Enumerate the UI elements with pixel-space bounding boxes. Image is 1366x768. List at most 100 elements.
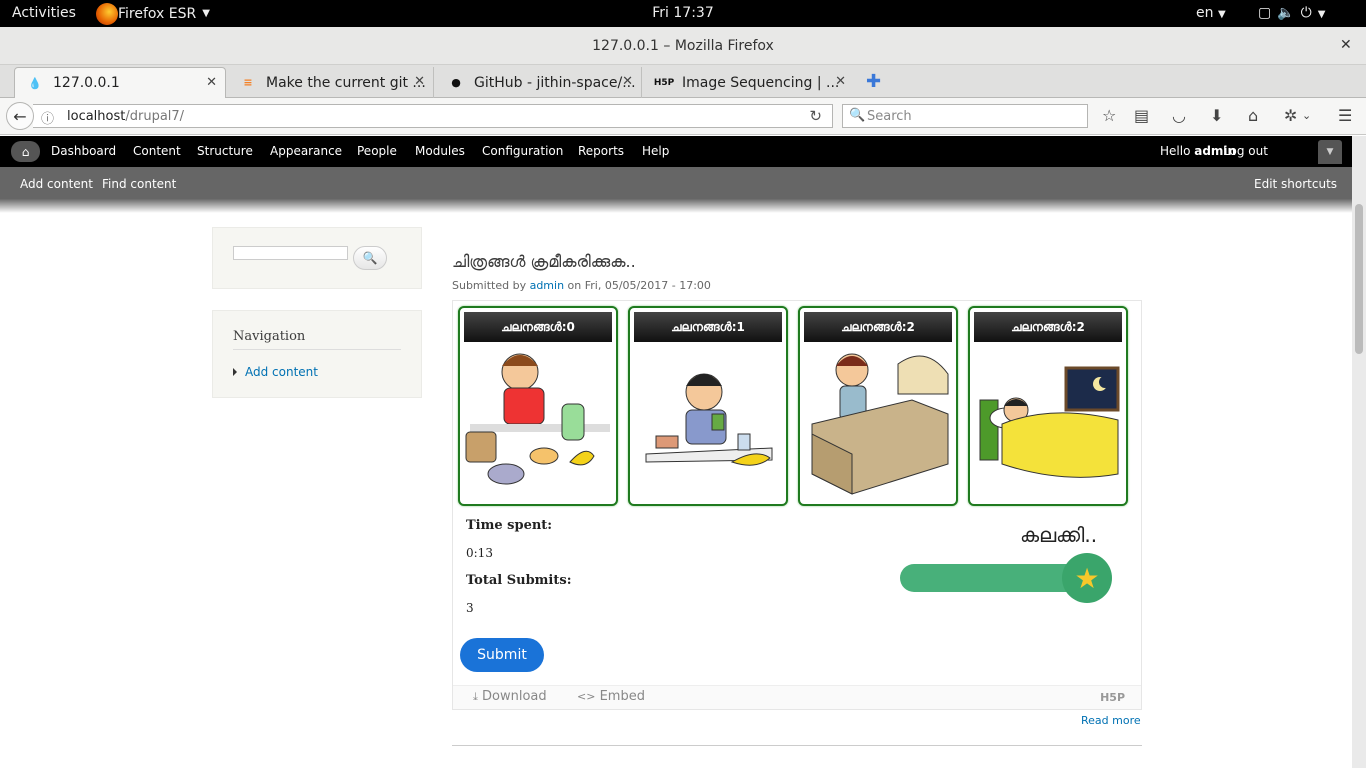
- search-input[interactable]: 🔍 Search: [842, 104, 1088, 128]
- language-indicator[interactable]: en ▼: [1196, 5, 1226, 21]
- close-tab-icon[interactable]: ✕: [206, 75, 217, 90]
- star-icon: ★: [1062, 553, 1112, 603]
- language-label: en: [1196, 5, 1214, 21]
- navigation-bar: ⓘ localhost/drupal7/ ↻ ← 🔍 Search: [0, 98, 1366, 135]
- edit-shortcuts-link[interactable]: Edit shortcuts: [1254, 177, 1337, 191]
- chevron-down-icon: ▼: [1217, 9, 1226, 20]
- toolbar-home-button[interactable]: ⌂: [11, 141, 40, 162]
- submitted-date: on Fri, 05/05/2017 - 17:00: [564, 279, 711, 292]
- tab-strip: 💧 127.0.0.1 ✕ ≡ Make the current git ...…: [0, 65, 1366, 98]
- card-caption: ചലനങ്ങൾ:0: [464, 312, 612, 342]
- h5p-logo[interactable]: H5P: [1100, 691, 1125, 704]
- toolbar-shadow: [0, 199, 1352, 213]
- back-arrow-icon: ←: [13, 106, 27, 126]
- home-icon[interactable]: ⌂: [1248, 106, 1258, 125]
- greeting-text: Hello: [1160, 144, 1195, 158]
- volume-icon: 🔈: [1277, 5, 1301, 21]
- site-search-button[interactable]: 🔍: [353, 246, 387, 270]
- scrollbar-thumb[interactable]: [1355, 204, 1363, 354]
- url-path: /drupal7/: [125, 109, 185, 124]
- menu-help[interactable]: Help: [642, 144, 669, 158]
- hamburger-menu-icon[interactable]: ☰: [1338, 106, 1352, 125]
- tab-image-sequencing[interactable]: H5P Image Sequencing | ... ✕: [644, 67, 854, 98]
- nav-add-content-link[interactable]: Add content: [233, 365, 318, 379]
- page-scrollbar[interactable]: [1352, 136, 1366, 768]
- menu-content[interactable]: Content: [133, 144, 181, 158]
- close-tab-icon[interactable]: ✕: [414, 74, 425, 89]
- window-titlebar: 127.0.0.1 – Mozilla Firefox ✕: [0, 27, 1366, 65]
- download-action[interactable]: ⤓ Download: [473, 689, 547, 704]
- boy-sleeping-illustration: [979, 366, 1120, 478]
- search-block: 🔍: [212, 227, 422, 289]
- author-link[interactable]: admin: [530, 279, 564, 292]
- feedback-text: കലക്കി..: [1020, 523, 1098, 547]
- menu-appearance[interactable]: Appearance: [270, 144, 342, 158]
- new-tab-icon[interactable]: ✚: [866, 71, 881, 92]
- extension-icon[interactable]: ✲: [1284, 106, 1297, 125]
- tab-localhost[interactable]: 💧 127.0.0.1 ✕: [14, 67, 226, 98]
- download-icon[interactable]: ⬇: [1210, 106, 1223, 125]
- window-title: 127.0.0.1 – Mozilla Firefox: [592, 38, 774, 54]
- close-window-icon[interactable]: ✕: [1340, 37, 1352, 53]
- reading-list-icon[interactable]: ▤: [1134, 106, 1149, 125]
- sequence-card[interactable]: ചലനങ്ങൾ:0: [458, 306, 618, 506]
- url-bar[interactable]: ⓘ localhost/drupal7/ ↻: [33, 104, 833, 128]
- navigation-heading: Navigation: [233, 329, 306, 344]
- tab-github[interactable]: ● GitHub - jithin-space/... ✕: [436, 67, 642, 98]
- shortcuts-toggle-button[interactable]: ▼: [1318, 140, 1342, 164]
- info-icon[interactable]: ⓘ: [41, 108, 54, 127]
- clock[interactable]: Fri 17:37: [0, 5, 1366, 21]
- back-button[interactable]: ←: [6, 102, 34, 130]
- tab-label: Make the current git ...: [266, 74, 426, 91]
- card-caption: ചലനങ്ങൾ:2: [804, 312, 952, 342]
- page-title[interactable]: ചിത്രങ്ങൾ ക്രമീകരിക്കുക..: [452, 252, 636, 272]
- system-top-bar: Activities Firefox ESR ▼ Fri 17:37 en ▼ …: [0, 0, 1366, 27]
- screen-icon: ▢: [1258, 5, 1278, 21]
- submit-button[interactable]: Submit: [460, 638, 544, 672]
- h5p-icon: H5P: [653, 77, 675, 88]
- bookmark-star-icon[interactable]: ☆: [1102, 106, 1116, 125]
- download-icon: ⤓: [473, 690, 478, 703]
- chevron-down-icon[interactable]: ⌄: [1302, 109, 1311, 122]
- divider: [233, 349, 401, 350]
- shortcuts-bar: Add content Find content Edit shortcuts: [0, 167, 1352, 199]
- read-more-link[interactable]: Read more: [1081, 714, 1141, 727]
- menu-configuration[interactable]: Configuration: [482, 144, 563, 158]
- pocket-icon[interactable]: ◡: [1172, 106, 1186, 125]
- url-host: localhost: [67, 109, 126, 124]
- sequence-card[interactable]: ചലനങ്ങൾ:1: [628, 306, 788, 506]
- shortcut-find-content[interactable]: Find content: [102, 177, 176, 191]
- divider: [452, 745, 1142, 746]
- logout-link[interactable]: Log out: [1223, 144, 1268, 158]
- embed-action[interactable]: <> Embed: [577, 689, 645, 704]
- menu-modules[interactable]: Modules: [415, 144, 465, 158]
- home-icon: ⌂: [21, 144, 30, 159]
- tab-label: GitHub - jithin-space/...: [474, 74, 636, 91]
- system-menu[interactable]: ▢🔈⏻▼: [1258, 5, 1331, 21]
- time-spent-value: 0:13: [466, 546, 493, 560]
- navigation-block: Navigation Add content: [212, 310, 422, 398]
- github-icon: ●: [451, 76, 461, 89]
- url-text: localhost/drupal7/: [67, 109, 184, 124]
- reload-icon[interactable]: ↻: [809, 107, 822, 125]
- boy-eating-illustration: [465, 353, 610, 485]
- menu-dashboard[interactable]: Dashboard: [51, 144, 116, 158]
- menu-structure[interactable]: Structure: [197, 144, 253, 158]
- chevron-down-icon: ▼: [1326, 147, 1334, 157]
- boy-brushing-illustration: [645, 373, 773, 466]
- menu-people[interactable]: People: [357, 144, 397, 158]
- menu-reports[interactable]: Reports: [578, 144, 624, 158]
- close-tab-icon[interactable]: ✕: [622, 74, 633, 89]
- tab-label: 127.0.0.1: [53, 75, 120, 91]
- shortcut-add-content[interactable]: Add content: [20, 177, 93, 191]
- submitted-info: Submitted by admin on Fri, 05/05/2017 - …: [452, 279, 711, 292]
- sequence-card[interactable]: ചലനങ്ങൾ:2: [798, 306, 958, 506]
- site-search-input[interactable]: [233, 246, 348, 260]
- sequence-card[interactable]: ചലനങ്ങൾ:2: [968, 306, 1128, 506]
- tab-git[interactable]: ≡ Make the current git ... ✕: [228, 67, 434, 98]
- close-tab-icon[interactable]: ✕: [835, 74, 846, 89]
- search-placeholder: Search: [867, 109, 912, 124]
- drupal-icon: 💧: [28, 76, 42, 90]
- submitted-prefix: Submitted by: [452, 279, 530, 292]
- download-label: Download: [482, 689, 547, 704]
